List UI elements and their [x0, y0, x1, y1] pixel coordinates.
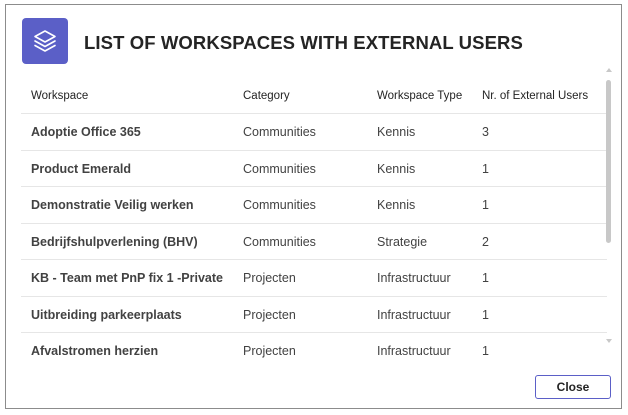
layers-icon	[22, 18, 68, 64]
workspace-type-cell: Infrastructuur	[377, 307, 451, 322]
category-cell: Projecten	[243, 271, 296, 285]
workspace-cell: Bedrijfshulpverlening (BHV)	[31, 234, 198, 249]
table-row[interactable]: Bedrijfshulpverlening (BHV) Communities …	[21, 224, 607, 260]
column-header-category[interactable]: Category	[243, 90, 290, 102]
category-cell: Communities	[243, 161, 316, 176]
table-row[interactable]: Adoptie Office 365 Communities Kennis 3	[21, 114, 607, 151]
table-row[interactable]: KB - Team met PnP fix 1 -Private Project…	[21, 260, 607, 297]
table-row[interactable]: Demonstratie Veilig werken Communities K…	[21, 187, 607, 224]
column-header-workspace[interactable]: Workspace	[31, 90, 88, 102]
scroll-down-arrow-icon[interactable]	[606, 339, 612, 343]
workspace-cell: Uitbreiding parkeerplaats	[31, 307, 182, 322]
external-users-cell: 3	[482, 125, 489, 139]
category-cell: Projecten	[243, 307, 296, 322]
table-body[interactable]: Adoptie Office 365 Communities Kennis 3 …	[21, 114, 607, 362]
external-users-cell: 1	[482, 344, 489, 358]
category-cell: Communities	[243, 198, 316, 212]
category-cell: Communities	[243, 125, 316, 139]
category-cell: Communities	[243, 234, 316, 249]
table-row[interactable]: Afvalstromen herzien Projecten Infrastru…	[21, 333, 607, 362]
column-header-external-users[interactable]: Nr. of External Users	[482, 90, 588, 102]
workspace-type-cell: Infrastructuur	[377, 271, 451, 285]
workspace-type-cell: Strategie	[377, 234, 428, 249]
dialog-title: LIST OF WORKSPACES WITH EXTERNAL USERS	[84, 32, 523, 53]
close-button[interactable]: Close	[535, 375, 611, 399]
scroll-up-arrow-icon[interactable]	[606, 68, 612, 72]
workspace-cell: KB - Team met PnP fix 1 -Private	[31, 271, 223, 285]
workspace-cell: Demonstratie Veilig werken	[31, 198, 194, 212]
scrollbar-thumb[interactable]	[606, 80, 611, 243]
external-users-cell: 2	[482, 234, 489, 249]
external-users-cell: 1	[482, 161, 489, 176]
table-row[interactable]: Product Emerald Communities Kennis 1	[21, 151, 607, 187]
workspace-type-cell: Kennis	[377, 198, 416, 212]
workspaces-dialog: LIST OF WORKSPACES WITH EXTERNAL USERS W…	[5, 4, 622, 409]
column-header-workspace-type[interactable]: Workspace Type	[377, 90, 462, 102]
table-header: Workspace Category Workspace Type Nr. of…	[21, 79, 607, 114]
workspace-cell: Adoptie Office 365	[31, 125, 141, 139]
workspace-type-cell: Kennis	[377, 125, 416, 139]
workspace-cell: Afvalstromen herzien	[31, 344, 159, 358]
workspace-type-cell: Infrastructuur	[377, 344, 451, 358]
external-users-cell: 1	[482, 271, 489, 285]
workspace-type-cell: Kennis	[377, 161, 416, 176]
external-users-cell: 1	[482, 198, 489, 212]
table-row[interactable]: Uitbreiding parkeerplaats Projecten Infr…	[21, 297, 607, 333]
external-users-cell: 1	[482, 307, 489, 322]
workspaces-table: Workspace Category Workspace Type Nr. of…	[21, 79, 607, 362]
category-cell: Projecten	[243, 344, 296, 358]
workspace-cell: Product Emerald	[31, 161, 132, 176]
